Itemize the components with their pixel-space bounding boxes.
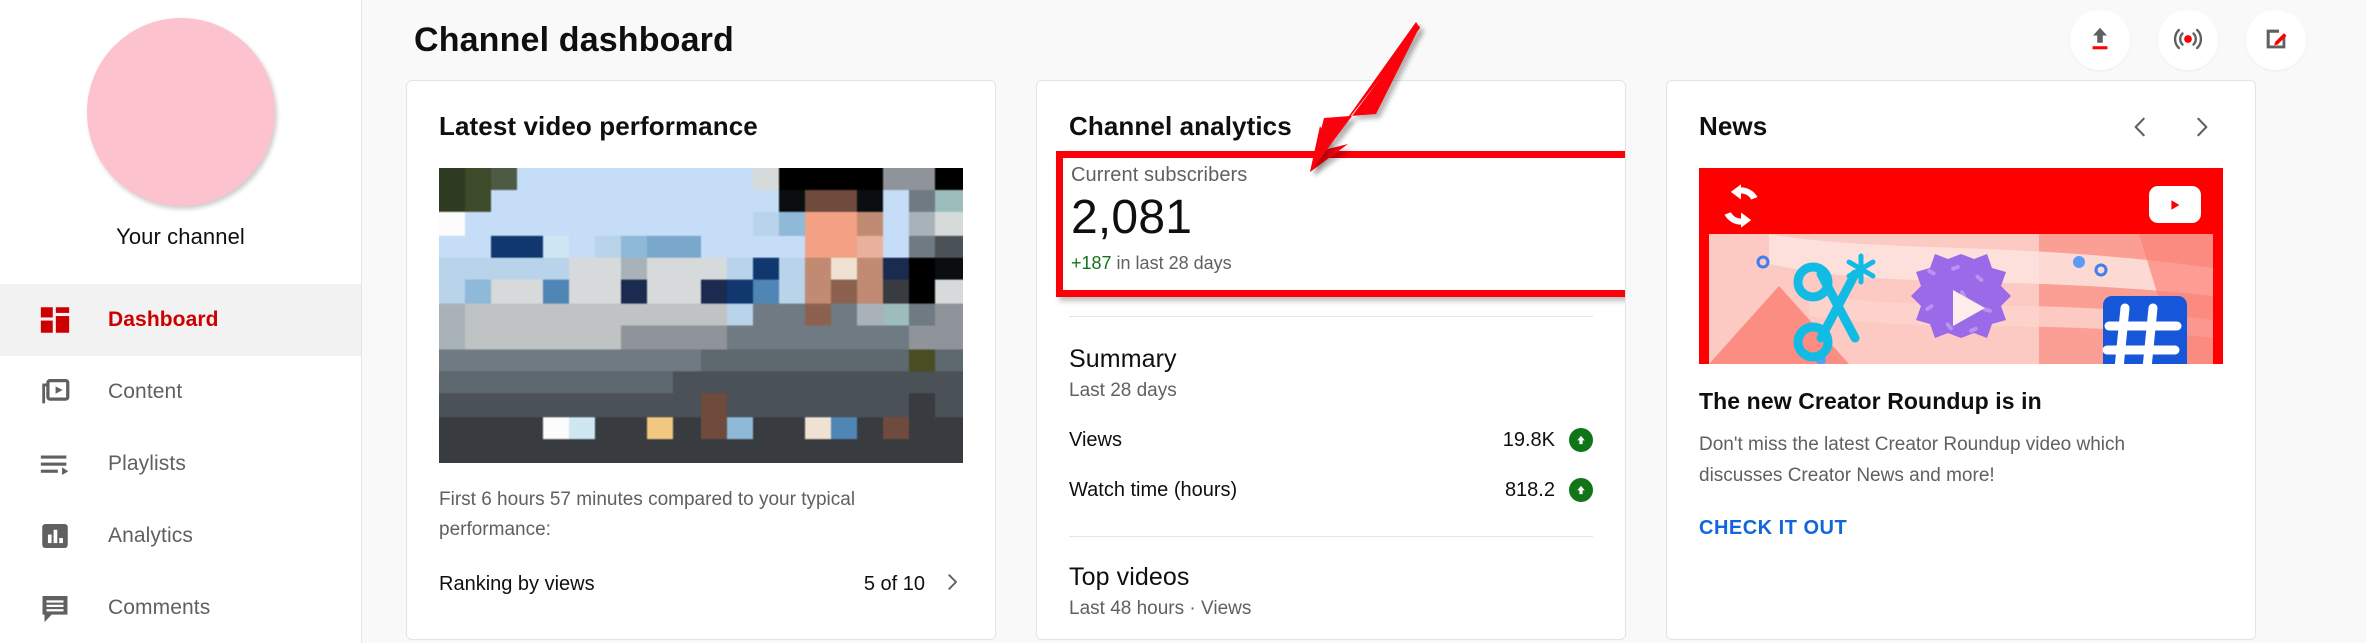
ranking-right: 5 of 10 [864,571,963,598]
current-subscribers-label: Current subscribers [1071,164,1248,186]
sidebar-nav: Dashboard Content Playlists Analytics Co… [0,284,361,643]
summary-title: Summary [1069,345,1177,373]
sidebar-label-comments: Comments [108,596,211,619]
summary-section: Summary Last 28 days Views 19.8K Watch t… [1069,345,1593,502]
trend-up-icon-watch-time [1569,478,1593,502]
studio-dashboard-page: Your channel Dashboard Content Playlists [0,0,2366,643]
news-check-it-out-link[interactable]: CHECK IT OUT [1699,517,1847,540]
sidebar-item-comments[interactable]: Comments [0,572,361,643]
upload-video-button[interactable] [2070,10,2130,70]
page-header: Channel dashboard [406,0,2322,80]
channel-name: Your channel [116,224,245,249]
create-post-button[interactable] [2246,10,2306,70]
sidebar-item-content[interactable]: Content [0,356,361,428]
current-subscribers-count: 2,081 [1071,191,1193,244]
page-title: Channel dashboard [414,20,734,59]
latest-video-card-title: Latest video performance [439,111,758,141]
sidebar-label-analytics: Analytics [108,524,193,547]
metric-label-views: Views [1069,428,1122,451]
sidebar-item-playlists[interactable]: Playlists [0,428,361,500]
playlist-icon [36,445,74,483]
sidebar-label-playlists: Playlists [108,452,186,475]
upload-arrow-icon [2086,25,2114,56]
analytics-divider-1 [1069,316,1593,317]
top-videos-title: Top videos [1069,563,1190,591]
metric-label-watch-time: Watch time (hours) [1069,478,1238,501]
summary-subtitle: Last 28 days [1069,380,1177,401]
main-content: Channel dashboard Latest video performan… [362,0,2366,643]
ranking-by-views-row[interactable]: Ranking by views 5 of 10 [439,571,963,598]
news-body-text: Don't miss the latest Creator Roundup vi… [1699,434,2126,486]
video-thumbnail[interactable] [439,168,963,463]
ranking-value: 5 of 10 [863,573,925,595]
metric-value-watch-time: 818.2 [1504,478,1555,501]
dashboard-cards: Latest video performance First 6 hours 5… [406,80,2322,640]
subscribers-delta-suffix: in last 28 days [1111,253,1232,273]
chevron-left-icon[interactable] [2127,114,2153,140]
latest-video-performance-card: Latest video performance First 6 hours 5… [406,80,996,640]
comment-bubble-icon [36,589,74,627]
video-library-icon [36,373,74,411]
news-card: News The new Creator Roundup is in Don't… [1666,80,2256,640]
news-banner-art [1709,234,2213,364]
live-broadcast-icon [2173,24,2203,57]
news-banner[interactable] [1699,168,2223,364]
chevron-right-icon [941,571,963,598]
news-headline: The new Creator Roundup is in [1699,388,2042,414]
header-actions [2070,10,2322,70]
youtube-play-badge-icon [2149,186,2201,223]
sidebar-item-analytics[interactable]: Analytics [0,500,361,572]
current-subscribers-block[interactable]: Current subscribers 2,081 +187 in last 2… [1069,160,1593,284]
sidebar-label-dashboard: Dashboard [108,308,219,331]
chevron-right-icon[interactable] [2189,114,2215,140]
trend-up-icon-views [1569,428,1593,452]
channel-analytics-card-title: Channel analytics [1069,111,1292,141]
news-header: News [1699,111,2223,142]
metric-value-views: 19.8K [1502,428,1555,451]
creator-roundup-refresh-icon [1715,180,1767,237]
top-videos-section: Top videos Last 48 hours · Views [1069,563,1593,620]
metric-right-views: 19.8K [1503,428,1593,452]
analytics-divider-2 [1069,536,1593,537]
subscribers-delta-value: +187 [1071,253,1112,273]
top-videos-subtitle: Last 48 hours · Views [1069,598,1252,619]
metric-row-watch-time[interactable]: Watch time (hours) 818.2 [1069,478,1593,502]
sidebar-label-content: Content [108,380,183,403]
news-card-title: News [1699,111,1768,141]
subscribers-delta: +187 in last 28 days [1071,253,1591,274]
metric-right-watch-time: 818.2 [1505,478,1593,502]
ranking-label: Ranking by views [439,573,595,595]
metric-row-views[interactable]: Views 19.8K [1069,428,1593,452]
dashboard-grid-icon [36,301,74,339]
sidebar: Your channel Dashboard Content Playlists [0,0,362,643]
go-live-button[interactable] [2158,10,2218,70]
bar-chart-icon [36,517,74,555]
channel-block[interactable]: Your channel [0,0,361,272]
edit-square-pencil-icon [2262,25,2290,56]
channel-analytics-card: Channel analytics Current subscribers 2,… [1036,80,1626,640]
channel-avatar[interactable] [86,18,275,206]
sidebar-item-dashboard[interactable]: Dashboard [0,284,361,356]
news-nav [2127,114,2223,140]
performance-summary-text: First 6 hours 57 minutes compared to you… [439,489,856,540]
